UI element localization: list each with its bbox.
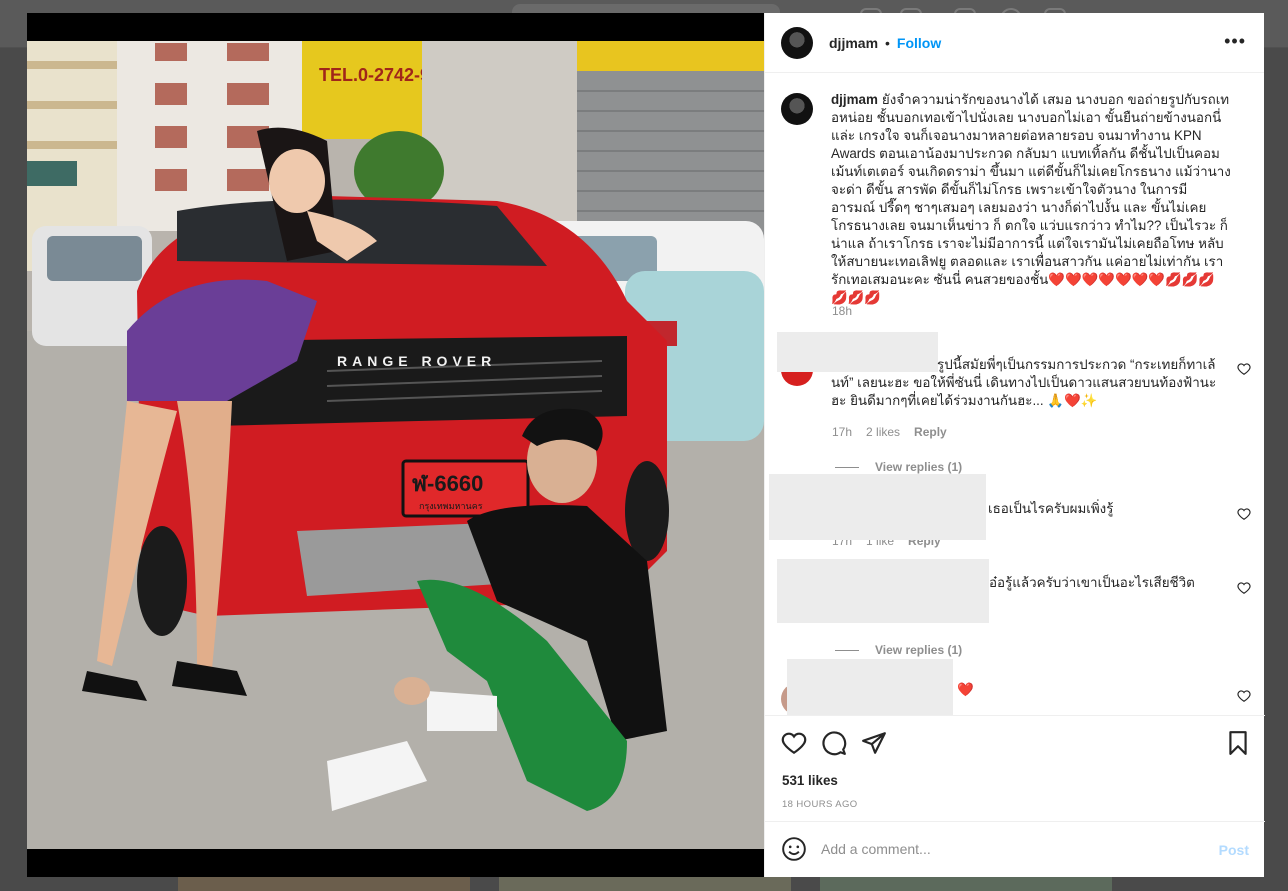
post-timestamp[interactable]: 18 HOURS AGO [782,799,858,810]
comment-text: ❤️ [957,682,974,697]
post-header: djjmam • Follow [765,13,1264,73]
save-bookmark-icon[interactable] [1225,730,1251,756]
view-replies-button[interactable]: View replies (1) [835,460,962,474]
post-photo[interactable]: TEL.0-2742-9 RANGE ROVER ฬ-6660 กรุงเทพม… [27,41,764,849]
comments-scroll-area[interactable]: djjmam ยังจำความน่ารักของนางได้ เสมอ นางบ… [765,74,1265,715]
comment-text: อ๋อรู้แล้วครับว่าเขาเป็นอะไรเสียชีวิต [989,575,1195,590]
hood-lettering: RANGE ROVER [337,353,496,369]
plate-text: ฬ-6660 [412,471,483,496]
post-media[interactable]: TEL.0-2742-9 RANGE ROVER ฬ-6660 กรุงเทพม… [27,13,764,877]
like-post-icon[interactable] [781,730,807,756]
post-comment-button[interactable]: Post [1219,842,1249,858]
post-side-panel: djjmam • Follow ••• djjmam ยังจำความน่ารั… [764,13,1265,877]
like-comment-icon[interactable] [1237,689,1251,703]
comment-text: เธอเป็นไรครับผมเพิ่งรู้ [988,501,1114,516]
follow-button[interactable]: Follow [897,35,941,51]
emoji-icon[interactable] [781,836,807,862]
view-replies-label: View replies (1) [875,460,963,474]
caption-avatar[interactable] [781,93,813,125]
post-modal: TEL.0-2742-9 RANGE ROVER ฬ-6660 กรุงเทพม… [27,13,1265,877]
comment-meta: 17h 2 likes Reply [832,425,961,439]
like-comment-icon[interactable] [1237,362,1251,376]
caption-username[interactable]: djjmam [831,92,878,107]
view-replies-button[interactable]: View replies (1) [835,643,962,657]
comment-likes[interactable]: 2 likes [866,425,900,439]
view-replies-line [835,466,859,468]
caption-text: ยังจำความน่ารักของนางได้ เสมอ นางบอก ขอถ… [831,92,1231,287]
redacted-comment-author [777,559,989,623]
separator-dot: • [885,34,890,51]
comment-icon[interactable] [821,730,847,756]
like-comment-icon[interactable] [1237,507,1251,521]
caption-text-block: djjmam ยังจำความน่ารักของนางได้ เสมอ นางบ… [831,91,1231,307]
redacted-comment-author [787,659,953,715]
reply-button[interactable]: Reply [914,425,947,439]
author-username[interactable]: djjmam [829,35,878,51]
like-comment-icon[interactable] [1237,581,1251,595]
caption-timestamp: 18h [832,304,853,318]
redacted-comment-author [769,474,986,540]
post-photo-illustration: TEL.0-2742-9 RANGE ROVER ฬ-6660 กรุงเทพม… [27,41,764,849]
comment-input[interactable] [821,837,1191,861]
likes-count[interactable]: 531 likes [782,773,838,788]
post-caption: djjmam ยังจำความน่ารักของนางได้ เสมอ นางบ… [781,91,1251,307]
view-replies-line [835,649,859,651]
comment-time: 17h [832,425,853,439]
more-options-icon[interactable]: ••• [1224,32,1246,50]
add-comment-bar: Post [765,821,1265,877]
author-avatar[interactable] [781,26,813,59]
shop-sign-text: TEL.0-2742-9 [319,65,430,85]
comment-text: รูปนี้สมัยพี่ๆเป็นกรรมการประกวด “กระเทยก… [831,357,1217,408]
view-replies-label: View replies (1) [875,643,963,657]
share-icon[interactable] [861,730,887,756]
post-actions: 531 likes 18 HOURS AGO [765,715,1265,821]
plate-subtext: กรุงเทพมหานคร [419,501,483,512]
